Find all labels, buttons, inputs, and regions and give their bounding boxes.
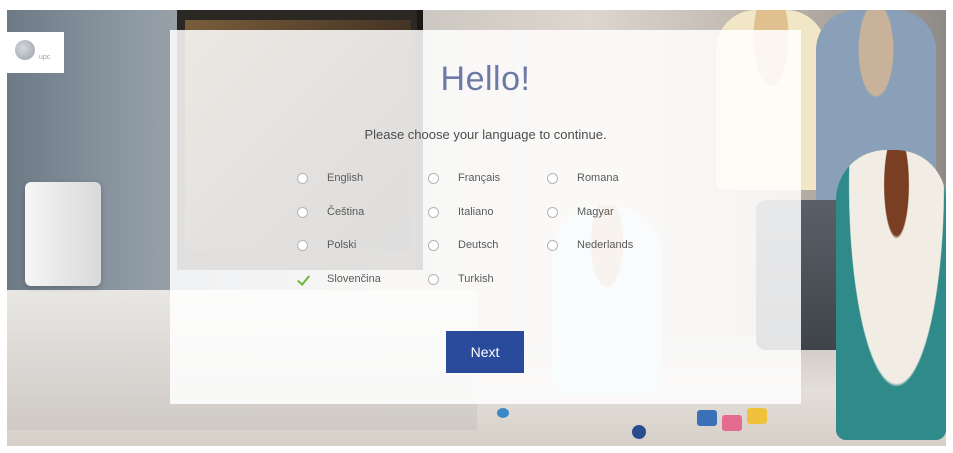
background-toy: [747, 408, 767, 424]
logo-text: upc: [39, 54, 51, 61]
logo-icon: [15, 40, 35, 60]
radio-icon[interactable]: [547, 239, 558, 251]
radio-icon[interactable]: [428, 239, 439, 251]
page-title: Hello!: [440, 60, 531, 98]
radio-icon[interactable]: [547, 206, 558, 218]
language-label: Deutsch: [458, 239, 499, 251]
page-subtitle: Please choose your language to continue.: [364, 127, 607, 142]
language-label: Turkish: [458, 273, 494, 285]
language-label: Italiano: [458, 206, 494, 218]
language-label: Slovenčina: [327, 273, 381, 285]
language-option-magyar[interactable]: Magyar: [547, 202, 614, 222]
background-toy: [722, 415, 742, 431]
radio-icon[interactable]: [297, 206, 308, 218]
language-label: Romana: [577, 172, 619, 184]
language-option-francais[interactable]: Français: [428, 168, 500, 188]
background-toy: [632, 425, 646, 439]
language-option-nederlands[interactable]: Nederlands: [547, 235, 633, 255]
radio-icon[interactable]: [297, 172, 308, 184]
radio-icon[interactable]: [547, 172, 558, 184]
background-router: [25, 182, 101, 286]
next-button[interactable]: Next: [446, 331, 524, 373]
language-option-english[interactable]: English: [297, 168, 363, 188]
language-option-romana[interactable]: Romana: [547, 168, 619, 188]
language-option-polski[interactable]: Polski: [297, 235, 356, 255]
language-label: Polski: [327, 239, 357, 251]
language-option-cestina[interactable]: Čeština: [297, 202, 364, 222]
background-toy: [697, 410, 717, 426]
language-option-italiano[interactable]: Italiano: [428, 202, 493, 222]
language-option-slovencina[interactable]: Slovenčina: [297, 269, 381, 289]
checkmark-icon[interactable]: [297, 274, 308, 285]
brand-logo: upc: [7, 32, 64, 73]
radio-icon[interactable]: [428, 206, 439, 218]
language-label: Français: [458, 172, 501, 184]
background-boy: [836, 150, 946, 440]
radio-icon[interactable]: [297, 239, 308, 251]
language-label: Čeština: [327, 206, 365, 218]
language-option-turkish[interactable]: Turkish: [428, 269, 494, 289]
language-label: English: [327, 172, 364, 184]
radio-icon[interactable]: [428, 273, 439, 285]
language-label: Nederlands: [577, 239, 634, 251]
background-toy: [497, 408, 509, 418]
radio-icon[interactable]: [428, 172, 439, 184]
language-label: Magyar: [577, 206, 614, 218]
language-dialog: Hello! Please choose your language to co…: [170, 30, 801, 404]
language-option-deutsch[interactable]: Deutsch: [428, 235, 498, 255]
